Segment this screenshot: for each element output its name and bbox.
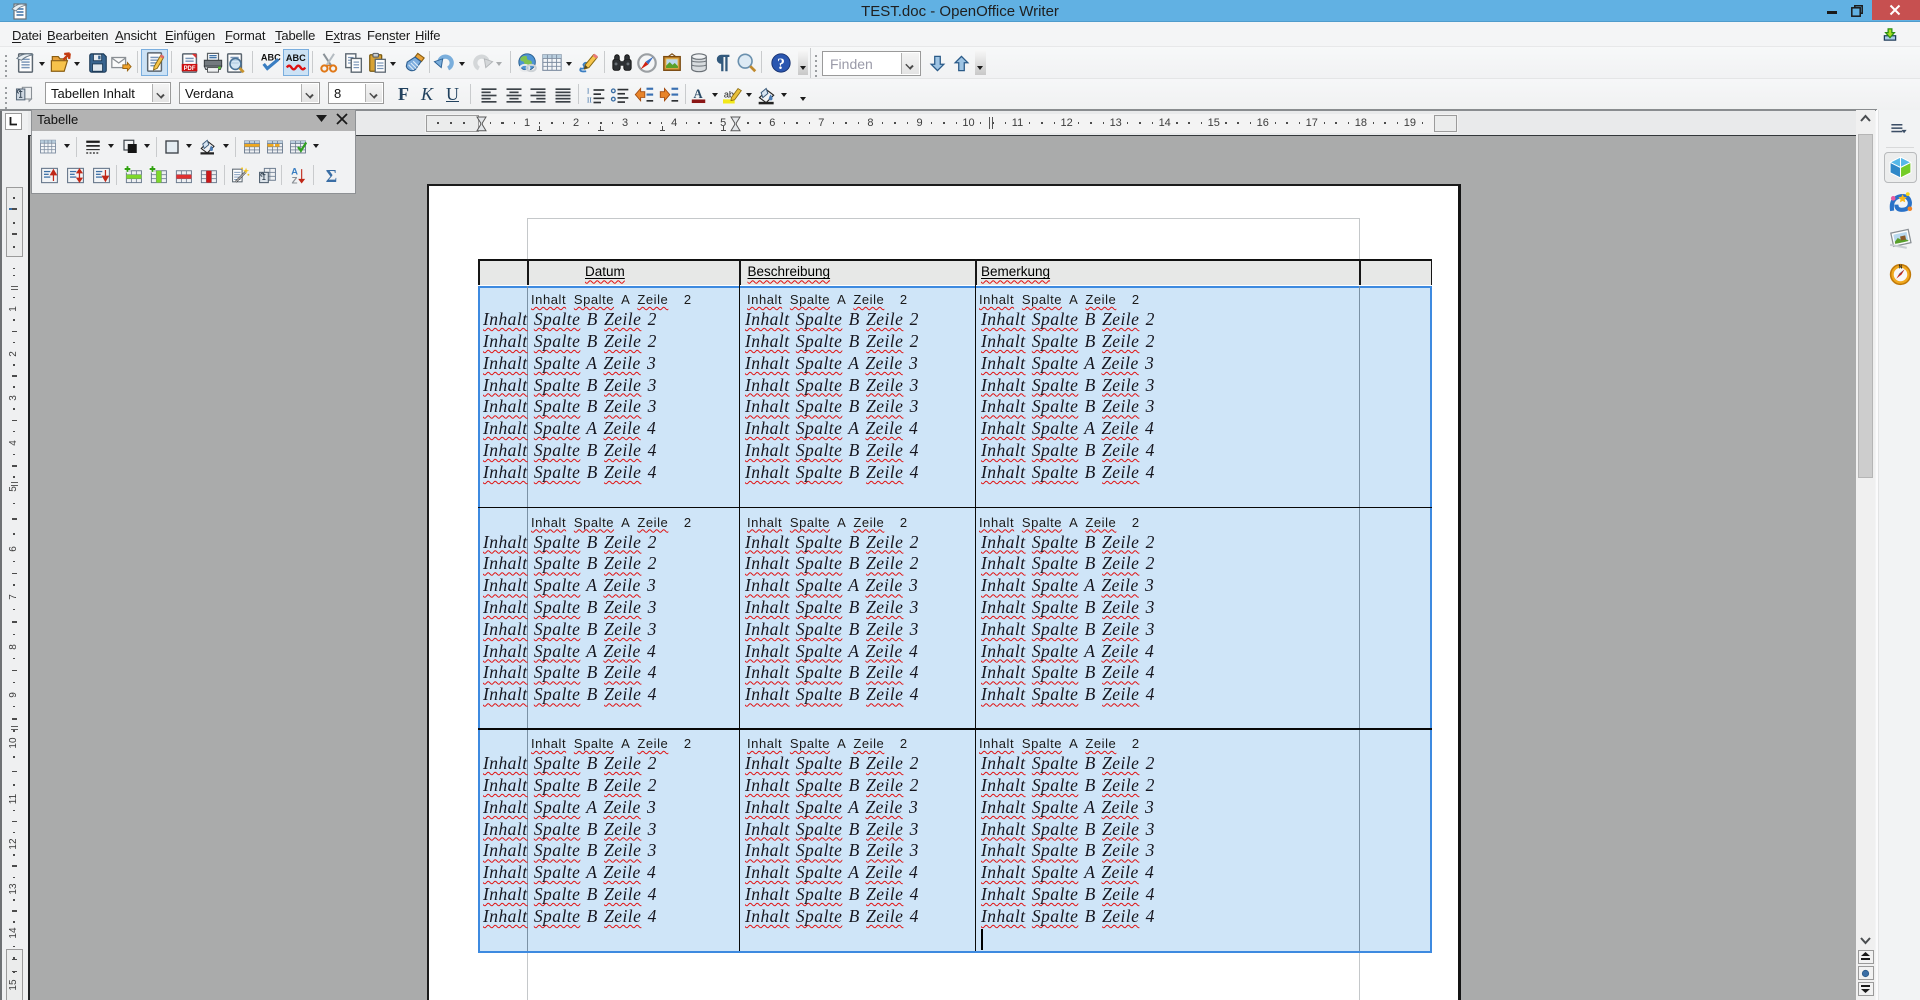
svg-text:A: A (694, 87, 704, 101)
svg-text:I: I (587, 86, 590, 95)
svg-text:N: N (1899, 264, 1903, 270)
svg-text:?: ? (777, 56, 785, 73)
svg-text:ABC: ABC (286, 53, 306, 63)
svg-text:Z: Z (292, 175, 298, 185)
svg-text:PDF: PDF (184, 66, 196, 72)
svg-text:Σ: Σ (326, 166, 337, 185)
svg-text:II: II (587, 96, 592, 105)
